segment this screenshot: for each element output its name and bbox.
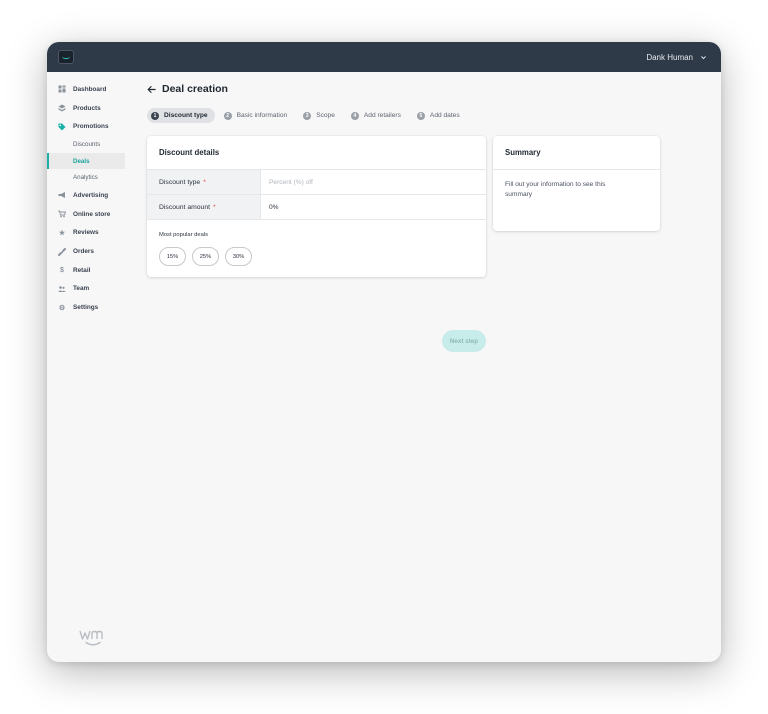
- step-label: Discount type: [164, 112, 208, 119]
- sidebar-item-online-store[interactable]: Online store: [47, 205, 133, 224]
- step-label: Basic information: [236, 112, 288, 119]
- summary-card: Summary Fill out your information to see…: [493, 136, 660, 231]
- card-header: Summary: [493, 136, 660, 170]
- page-title: Deal creation: [162, 83, 228, 95]
- discount-type-label: Discount type *: [147, 170, 261, 194]
- app-logo-icon[interactable]: [58, 50, 74, 64]
- summary-text: Fill out your information to see this su…: [505, 181, 606, 198]
- page-header: Deal creation: [147, 83, 347, 95]
- sidebar-item-advertising[interactable]: Advertising: [47, 186, 133, 205]
- wm-logo-icon: [79, 630, 103, 646]
- sidebar-item-team[interactable]: Team: [47, 280, 133, 299]
- team-icon: [58, 285, 66, 293]
- orders-icon: [58, 247, 66, 256]
- step-scope[interactable]: 3 Scope: [299, 108, 342, 123]
- top-bar: Dank Human: [47, 42, 721, 72]
- step-number: 2: [223, 111, 232, 120]
- sidebar-subitem-discounts[interactable]: Discounts: [47, 136, 133, 153]
- user-menu[interactable]: Dank Human: [646, 53, 707, 62]
- step-add-retailers[interactable]: 4 Add retailers: [347, 108, 408, 123]
- megaphone-icon: [58, 191, 66, 199]
- app-window: Dank Human Dashboard Products Promotions…: [47, 42, 721, 662]
- dollar-icon: $: [60, 266, 64, 274]
- sidebar-subitem-analytics[interactable]: Analytics: [47, 169, 133, 186]
- chevron-down-icon: [701, 55, 706, 59]
- card-title: Summary: [505, 148, 541, 157]
- step-label: Add retailers: [363, 112, 401, 119]
- discount-amount-label: Discount amount *: [147, 195, 261, 219]
- sidebar-item-dashboard[interactable]: Dashboard: [47, 80, 133, 99]
- gear-icon: ⚙: [58, 304, 66, 312]
- sidebar-item-products[interactable]: Products: [47, 99, 133, 118]
- step-number: 4: [350, 111, 359, 120]
- step-add-dates[interactable]: 5 Add dates: [413, 108, 467, 123]
- card-header: Discount details: [147, 136, 486, 170]
- required-mark: *: [203, 178, 206, 186]
- sidebar-item-retail[interactable]: $ Retail: [47, 261, 133, 280]
- popular-deals-chips: 15% 25% 30%: [159, 247, 252, 266]
- sidebar-subitem-deals[interactable]: Deals: [47, 152, 125, 170]
- back-arrow-icon[interactable]: [147, 85, 156, 94]
- step-label: Scope: [316, 112, 335, 119]
- discount-details-card: Discount details Discount type * Discoun…: [147, 136, 486, 277]
- sidebar-item-orders[interactable]: Orders: [47, 242, 133, 261]
- step-number: 1: [151, 111, 159, 120]
- required-mark: *: [213, 203, 216, 211]
- products-icon: [58, 104, 66, 112]
- card-title: Discount details: [159, 148, 220, 157]
- sidebar-item-settings[interactable]: ⚙ Settings: [47, 298, 133, 317]
- discount-amount-input[interactable]: [261, 195, 486, 219]
- step-label: Add dates: [429, 112, 460, 119]
- sidebar-item-promotions[interactable]: Promotions: [47, 117, 133, 136]
- user-name: Dank Human: [646, 52, 693, 62]
- tag-icon: [58, 123, 66, 131]
- discount-type-input[interactable]: [261, 170, 486, 194]
- step-number: 3: [303, 111, 312, 120]
- sidebar: Dashboard Products Promotions Discounts …: [47, 72, 133, 662]
- discount-type-row: Discount type *: [147, 170, 486, 195]
- discount-amount-row: Discount amount *: [147, 195, 486, 220]
- step-number: 5: [416, 111, 425, 120]
- deal-chip-15[interactable]: 15%: [159, 247, 186, 266]
- stepper: 1 Discount type 2 Basic information 3 Sc…: [147, 108, 507, 123]
- sidebar-item-reviews[interactable]: ★ Reviews: [47, 224, 133, 243]
- popular-deals-label: Most popular deals: [159, 232, 208, 238]
- cart-icon: [58, 210, 66, 218]
- deal-chip-30[interactable]: 30%: [225, 247, 252, 266]
- star-icon: ★: [58, 229, 66, 237]
- step-discount-type[interactable]: 1 Discount type: [147, 108, 215, 123]
- deal-chip-25[interactable]: 25%: [192, 247, 219, 266]
- dashboard-icon: [58, 85, 66, 93]
- next-step-button[interactable]: Next step: [442, 330, 486, 352]
- step-basic-information[interactable]: 2 Basic information: [220, 108, 295, 123]
